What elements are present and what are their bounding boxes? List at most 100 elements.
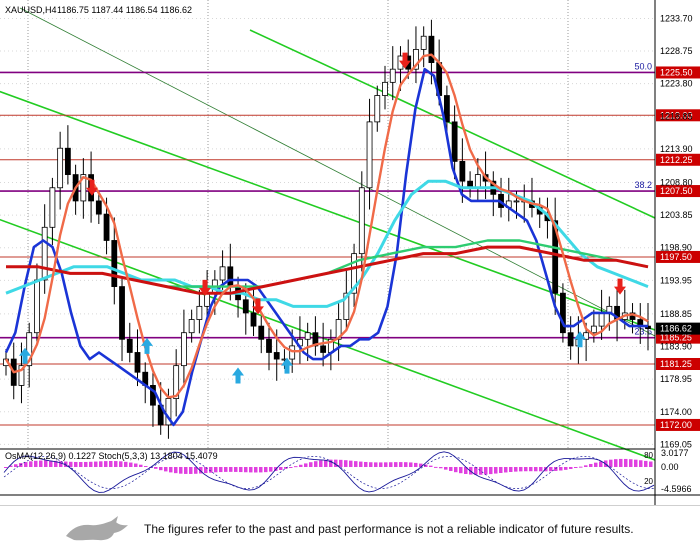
osma-bar [514,467,518,472]
osma-bar [449,467,453,471]
osma-bar [399,462,403,467]
osma-bar [584,465,588,467]
osma-bar [559,467,563,471]
osma-bar [114,461,118,467]
osma-bar [529,467,533,472]
osma-bar [244,467,248,473]
osma-bar [154,467,158,469]
osma-bar [609,459,613,467]
osma-bar [429,465,433,467]
axis-tick-label: 1218.85 [660,111,693,121]
osma-bar [139,464,143,467]
osma-bar [89,461,93,467]
osma-bar [299,464,303,467]
candle-body [34,279,40,334]
axis-tick-label: 1208.80 [660,177,693,187]
level-label: 1225.50 [660,67,693,77]
osma-bar [404,462,408,467]
candle-body [358,187,365,255]
osma-bar [414,462,418,467]
osma-bar [319,460,323,467]
candle-body [119,286,125,340]
osma-bar [119,461,123,467]
candle-body [41,226,48,281]
osma-bar [314,461,318,467]
fib-label: 38.2 [634,180,652,190]
axis-tick-label: 1183.90 [660,342,692,352]
osma-bar [44,460,48,467]
candle-body [366,121,373,189]
osma-bar [84,461,88,467]
osma-bar [109,460,113,467]
osma-bar [614,459,618,467]
axis-tick-label: 1233.70 [660,13,693,23]
candle-body [227,266,234,287]
osma-bar [354,461,358,467]
candle-body [188,319,195,334]
osma-bar [569,467,573,469]
osma-bar [184,467,188,474]
osma-bar [134,463,138,467]
candle-body [289,345,296,360]
level-label: 1212.25 [660,155,693,165]
candle-body [320,345,327,353]
osma-bar [494,467,498,474]
osma-bar [249,467,253,473]
osma-bar [144,466,148,468]
osma-bar [624,458,628,467]
current-price-label: 1186.62 [660,324,692,334]
candle-body [57,147,64,189]
osma-bar [564,467,568,470]
candle-body [389,68,396,83]
axis-tick-label: 1178.95 [660,374,692,384]
disclaimer-bar: The figures refer to the past and past p… [0,505,700,553]
osma-bar [304,463,308,467]
osma-bar [254,467,258,473]
osma-bar [389,462,393,467]
osma-bar [524,467,528,472]
candle-body [266,338,272,353]
osma-bar [409,462,413,467]
candle-body [258,325,265,340]
stoch-level-label: 20 [644,477,653,486]
axis-tick-label: 1198.90 [660,243,692,253]
osma-bar [434,466,438,468]
price-chart[interactable]: 50.01225.501219.001212.2538.21207.501197… [0,0,700,505]
osma-bar [454,467,458,473]
candle-body [181,332,187,367]
osma-bar [539,467,543,472]
osma-bar [479,467,483,475]
osma-bar [39,460,43,467]
axis-tick-label: 1193.95 [660,275,692,285]
stoch-level-label: 80 [644,451,653,460]
osma-bar [229,467,233,472]
axis-tick-label: 1174.00 [660,407,692,417]
disclaimer-text: The figures refer to the past and past p… [144,522,634,536]
osma-bar [264,467,268,473]
osma-bar [499,467,503,474]
osma-bar [534,467,538,472]
osma-bar [634,459,638,467]
axis-tick-label: 1228.75 [660,46,693,56]
osma-bar [124,461,128,467]
candle-body [474,174,481,189]
osma-bar [504,467,508,473]
candle-body [242,299,249,314]
level-label: 1172.00 [660,420,692,430]
osma-bar [484,467,488,475]
osma-bar [29,461,33,467]
osma-bar [594,462,598,467]
osma-bar [339,459,343,467]
symbol-label: XAUUSD,H4 [5,5,57,15]
osma-bar [4,467,8,468]
candle-body [590,325,597,334]
osma-bar [649,461,653,467]
osma-bar [589,463,593,467]
osc-tick-label: -4.5966 [661,484,692,494]
candle-body [374,95,381,123]
osma-bar [174,467,178,474]
candle-body [134,352,141,373]
osma-bar [369,462,373,467]
osma-bar [14,464,18,467]
osma-bar [294,466,298,468]
